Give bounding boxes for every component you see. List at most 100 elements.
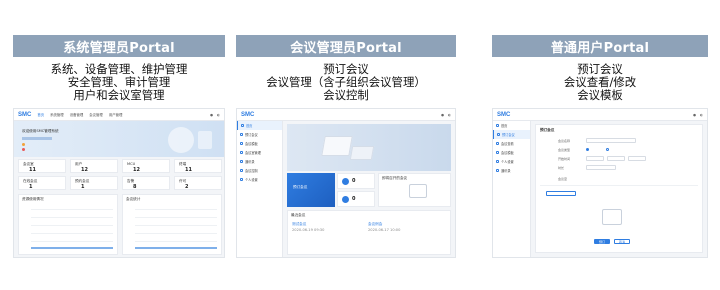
nav-tab[interactable]: 设备管理	[70, 112, 84, 117]
chart-title: 会议统计	[126, 197, 141, 201]
stat-card[interactable]: 在线会议 1	[18, 176, 66, 190]
sidebar-item[interactable]: 首页	[237, 121, 282, 130]
sidebar-item[interactable]: 会议模板	[237, 139, 282, 148]
sidebar-item[interactable]: 会议模板	[493, 148, 530, 157]
bell-icon[interactable]: ●	[441, 113, 444, 117]
meeting-time: 2020-06-17 10:00	[368, 228, 401, 232]
bell-icon[interactable]: ●	[693, 113, 696, 117]
stat-value: 12	[133, 167, 140, 173]
menu-icon	[240, 169, 243, 172]
menu-icon	[496, 124, 499, 127]
meeting-name[interactable]: 会议例会	[368, 222, 382, 227]
meeting-icon	[342, 196, 349, 203]
sidebar-item[interactable]: 个人设置	[237, 175, 282, 184]
smc-logo: SMC	[241, 111, 255, 118]
resource-chart-panel: 资源使用情况	[18, 194, 118, 255]
start-time-input[interactable]	[607, 156, 625, 161]
menu-icon	[497, 133, 500, 136]
nav-tab[interactable]: 首页	[37, 112, 44, 117]
nav-tab[interactable]: 系统管理	[50, 112, 64, 117]
user-portal-description: 预订会议 会议查看/修改 会议模板	[492, 63, 708, 102]
menu-icon	[496, 142, 499, 145]
nav-right: ● ◐	[210, 113, 220, 117]
status-dot-icon	[22, 143, 25, 146]
user-portal-column: 普通用户Portal 预订会议 会议查看/修改 会议模板	[492, 35, 708, 102]
count-card[interactable]: 0	[337, 173, 375, 189]
sidebar-item[interactable]: 首页	[493, 121, 530, 130]
stat-value: 11	[185, 167, 192, 173]
bell-icon[interactable]: ●	[210, 113, 213, 117]
nav-right: ● ◐	[441, 113, 451, 117]
meeting-name-input[interactable]	[586, 138, 636, 143]
conf-admin-portal-column: 会议管理员Portal 预订会议 会议管理（含子组织会议管理） 会议控制	[236, 35, 456, 102]
nav-tab[interactable]: 会议管理	[89, 112, 103, 117]
stat-card[interactable]: 许可 2	[174, 176, 222, 190]
sidebar-item[interactable]: 通讯录	[237, 157, 282, 166]
conf-admin-portal-title: 会议管理员Portal	[236, 35, 456, 57]
user-menu-icon[interactable]: ◐	[700, 113, 703, 117]
user-desc-line: 会议模板	[577, 88, 623, 102]
book-meeting-card[interactable]: 预订会议	[287, 173, 335, 207]
nav-right: ● ◐	[693, 113, 703, 117]
field-label: 会议名称	[558, 139, 571, 143]
top-nav: SMC ● ◐	[237, 109, 455, 121]
smc-logo: SMC	[497, 111, 511, 118]
start-ampm-input[interactable]	[628, 156, 646, 161]
upcoming-panel: 即将召开的会议	[378, 173, 451, 207]
sidebar-item[interactable]: 个人设置	[493, 157, 530, 166]
start-date-input[interactable]	[586, 156, 604, 161]
recent-panel: 最近会议 测试会议 2020-06-19 09:30 会议例会 2020-06-…	[287, 210, 451, 255]
submit-button[interactable]: 预订	[594, 239, 610, 244]
room-tab[interactable]	[546, 191, 576, 196]
count-card[interactable]: 0	[337, 191, 375, 207]
sidebar-item[interactable]: 通讯录	[493, 166, 530, 175]
stat-label: MCU	[127, 162, 136, 166]
conf-admin-screenshot: SMC ● ◐ 首页 预订会议 会议模板 会议室管理 通讯录 会议控制 个人设置…	[236, 108, 456, 258]
booking-form: 预订会议 会议名称 会议类型 开始时间 时长 会议室 预订 取消	[535, 124, 703, 253]
chart-series-line	[135, 247, 217, 249]
stat-card[interactable]: 会议室 11	[18, 159, 66, 173]
meeting-type-radio[interactable]	[606, 148, 609, 151]
stat-card[interactable]: 预约会议 1	[70, 176, 118, 190]
cancel-button[interactable]: 取消	[614, 239, 630, 244]
sidebar-item[interactable]: 会议室管理	[237, 148, 282, 157]
meeting-type-radio[interactable]	[586, 148, 589, 151]
field-label: 开始时间	[558, 157, 571, 161]
stat-card[interactable]: 告警 8	[122, 176, 170, 190]
admin-portal-column: 系统管理员Portal 系统、设备管理、维护管理 安全管理、审计管理 用户和会议…	[13, 35, 225, 102]
empty-box-icon	[409, 184, 427, 198]
menu-icon	[496, 169, 499, 172]
sidebar: 首页 预订会议 会议模板 会议室管理 通讯录 会议控制 个人设置	[237, 121, 283, 257]
book-meeting-label: 预订会议	[293, 185, 308, 189]
top-nav: SMC 首页 系统管理 设备管理 会议管理 用户管理 ● ◐	[14, 109, 224, 121]
menu-icon	[496, 151, 499, 154]
server-stack-icon	[321, 136, 353, 156]
panel-title: 最近会议	[291, 213, 306, 217]
menu-icon	[240, 178, 243, 181]
stat-card[interactable]: MCU 12	[122, 159, 170, 173]
user-menu-icon[interactable]: ◐	[448, 113, 451, 117]
sidebar-item[interactable]: 预订会议	[493, 130, 530, 139]
admin-portal-description: 系统、设备管理、维护管理 安全管理、审计管理 用户和会议室管理	[13, 63, 225, 102]
admin-portal-title: 系统管理员Portal	[13, 35, 225, 57]
stat-card[interactable]: 用户 12	[70, 159, 118, 173]
menu-icon	[496, 160, 499, 163]
meeting-chart-panel: 会议统计	[122, 194, 222, 255]
smc-logo: SMC	[18, 111, 32, 118]
nav-tab[interactable]: 用户管理	[109, 112, 123, 117]
menu-icon	[240, 142, 243, 145]
divider	[540, 185, 698, 186]
sidebar-item[interactable]: 预订会议	[237, 130, 282, 139]
field-label: 会议类型	[558, 148, 571, 152]
stat-card[interactable]: 终端 11	[174, 159, 222, 173]
menu-icon	[240, 160, 243, 163]
duration-select[interactable]	[586, 165, 616, 170]
banner-text: 欢迎使用SMC管理系统	[22, 129, 59, 133]
sidebar-item[interactable]: 会议查看	[493, 139, 530, 148]
welcome-banner: 欢迎使用SMC管理系统	[14, 121, 224, 157]
user-menu-icon[interactable]: ◐	[217, 113, 220, 117]
sidebar-item[interactable]: 会议控制	[237, 166, 282, 175]
hero-banner	[287, 124, 451, 171]
meeting-name[interactable]: 测试会议	[292, 222, 306, 227]
admin-desc-line: 用户和会议室管理	[73, 88, 165, 102]
